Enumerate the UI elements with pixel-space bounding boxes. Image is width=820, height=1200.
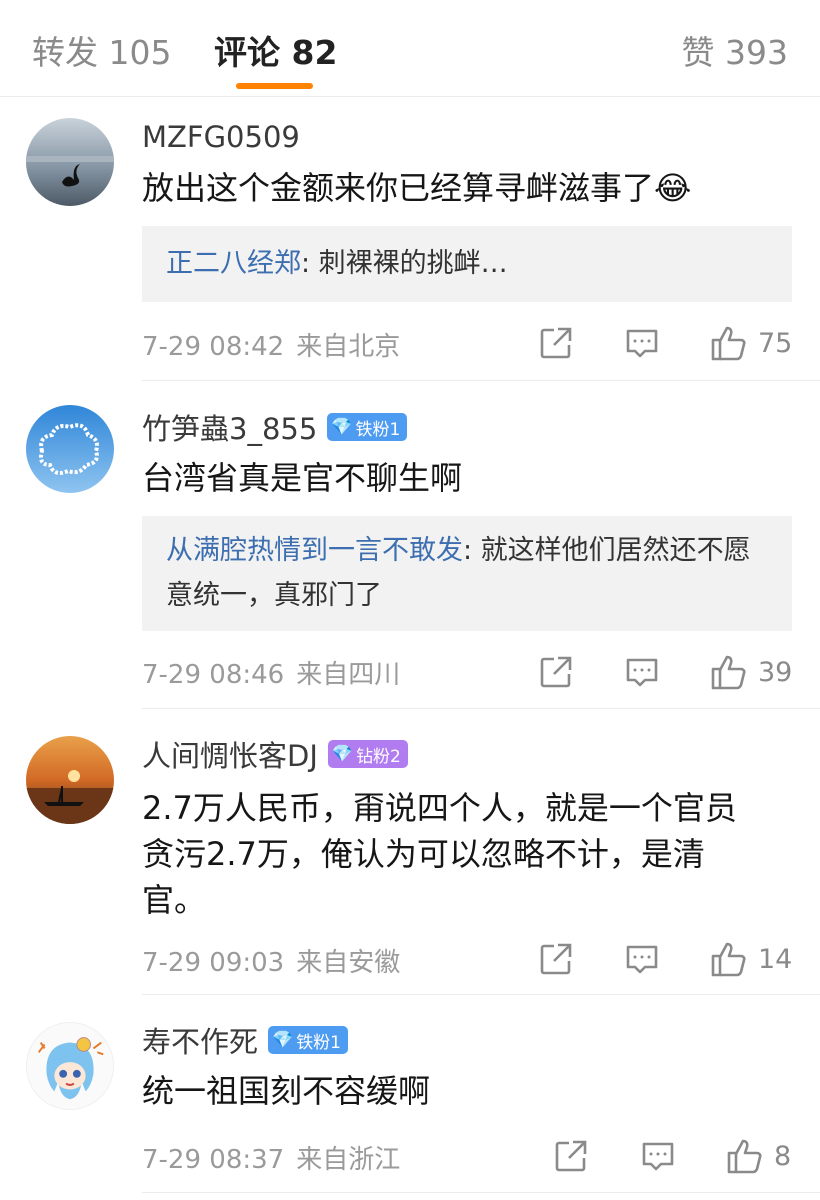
- share-icon: [555, 1140, 587, 1172]
- comment-time: 7-29 08:37: [142, 1145, 285, 1175]
- quoted-reply[interactable]: 从满腔热情到一言不敢发: 就这样他们居然还不愿意统一，真邪门了: [142, 516, 792, 631]
- comment-meta: 7-29 08:37 来自浙江: [142, 1139, 400, 1176]
- username[interactable]: MZFG0509: [142, 120, 300, 154]
- gem-icon: 💎: [272, 1030, 294, 1050]
- comment-icon: [626, 329, 658, 358]
- gem-icon: 💎: [331, 417, 353, 437]
- active-tab-indicator: [236, 83, 313, 89]
- comment-tabs: 转发 105 评论 82 赞 393: [0, 0, 820, 97]
- divider: [142, 994, 820, 995]
- fan-badge[interactable]: 💎 铁粉1: [327, 413, 408, 441]
- comment-meta: 7-29 09:03 来自安徽: [142, 942, 400, 979]
- quote-text: : 刺裸裸的挑衅…: [301, 248, 508, 279]
- comment-icon: [626, 945, 658, 974]
- thumbs-up-icon: [711, 326, 746, 361]
- avatar[interactable]: [26, 1022, 114, 1110]
- tab-comment[interactable]: 评论 82: [214, 26, 337, 74]
- username[interactable]: 寿不作死: [142, 1019, 258, 1061]
- thumbs-up-icon: [711, 655, 746, 690]
- like-button[interactable]: 39: [710, 652, 792, 692]
- thumbs-up-icon: [727, 1139, 762, 1174]
- gem-icon: 💎: [331, 744, 354, 764]
- quote-username[interactable]: 从满腔热情到一言不敢发: [166, 535, 463, 566]
- reply-button[interactable]: [624, 939, 660, 979]
- username[interactable]: 竹笋蟲3_855: [142, 406, 317, 448]
- comment-time: 7-29 09:03: [142, 948, 285, 978]
- like-button[interactable]: 14: [710, 939, 792, 979]
- avatar[interactable]: [26, 405, 114, 493]
- comment-meta: 7-29 08:42 来自北京: [142, 326, 400, 363]
- tab-like[interactable]: 赞 393: [682, 26, 788, 74]
- comment-icon: [626, 658, 658, 687]
- divider: [142, 1192, 820, 1193]
- comment-text: 统一祖国刻不容缓啊: [142, 1072, 431, 1110]
- reply-button[interactable]: [624, 652, 660, 692]
- like-button[interactable]: 75: [710, 323, 792, 363]
- share-button[interactable]: [538, 323, 574, 363]
- comment-icon: [642, 1142, 674, 1171]
- divider: [142, 380, 820, 381]
- like-count: 8: [774, 1140, 792, 1172]
- thumbs-up-icon: [711, 942, 746, 977]
- fan-badge[interactable]: 💎 钻粉2: [327, 740, 408, 768]
- comment-text: 放出这个金额来你已经算寻衅滋事了😂: [142, 169, 692, 207]
- avatar[interactable]: [26, 118, 114, 206]
- share-icon: [540, 327, 572, 359]
- reply-button[interactable]: [640, 1136, 676, 1176]
- avatar[interactable]: [26, 736, 114, 824]
- comment-location: 来自北京: [296, 332, 401, 362]
- share-button[interactable]: [538, 652, 574, 692]
- like-count: 14: [758, 943, 793, 975]
- like-button[interactable]: 8: [726, 1136, 791, 1176]
- comment-time: 7-29 08:46: [142, 660, 285, 690]
- share-button[interactable]: [553, 1136, 589, 1176]
- username[interactable]: 人间惆怅客DJ: [142, 733, 318, 775]
- comment-time: 7-29 08:42: [142, 332, 285, 362]
- quote-username[interactable]: 正二八经郑: [166, 248, 301, 279]
- comment-meta: 7-29 08:46 来自四川: [142, 654, 400, 691]
- comment-location: 来自浙江: [296, 1145, 401, 1175]
- fan-badge[interactable]: 💎 铁粉1: [268, 1026, 349, 1054]
- share-icon: [540, 943, 572, 975]
- share-icon: [540, 656, 572, 688]
- comment-text: 2.7万人民币，甭说四个人，就是一个官员贪污2.7万，俺认为可以忽略不计，是清官…: [142, 789, 737, 919]
- share-button[interactable]: [538, 939, 574, 979]
- like-count: 75: [758, 327, 793, 359]
- comment-text: 台湾省真是官不聊生啊: [142, 459, 463, 497]
- reply-button[interactable]: [624, 323, 660, 363]
- comment-location: 来自安徽: [296, 948, 401, 978]
- like-count: 39: [758, 656, 793, 688]
- quoted-reply[interactable]: 正二八经郑: 刺裸裸的挑衅…: [142, 226, 792, 302]
- comment-location: 来自四川: [296, 660, 401, 690]
- tab-repost[interactable]: 转发 105: [32, 26, 171, 74]
- divider: [142, 708, 820, 709]
